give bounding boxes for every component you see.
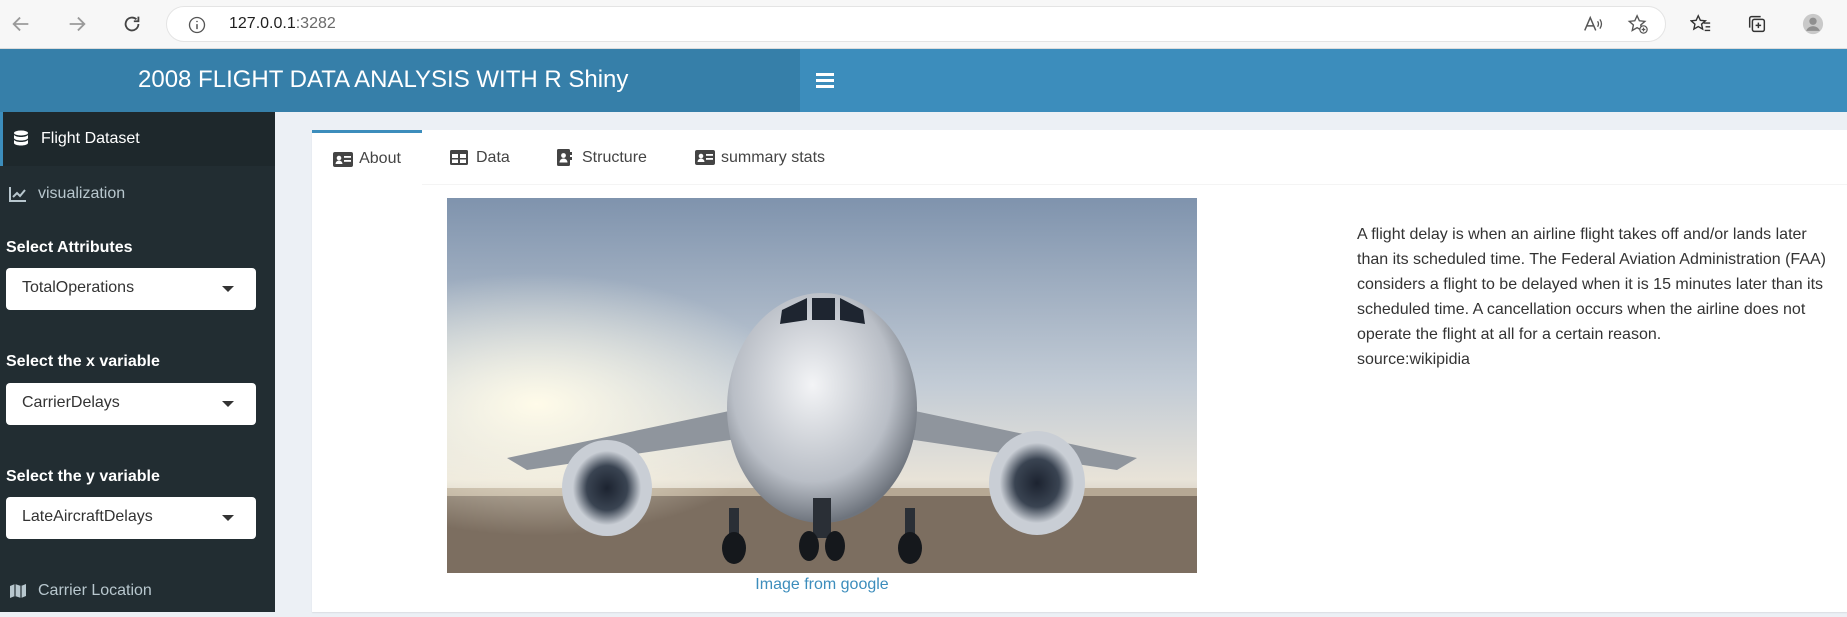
read-aloud-button[interactable] bbox=[1580, 11, 1606, 37]
page-title: 2008 FLIGHT DATA ANALYSIS WITH R Shiny bbox=[138, 66, 629, 93]
sidebar-item-label: Carrier Location bbox=[38, 582, 152, 599]
database-icon bbox=[11, 129, 31, 149]
select-value: CarrierDelays bbox=[22, 394, 120, 411]
contact-book-icon bbox=[556, 149, 576, 166]
address-bar[interactable]: 127.0.0.1:3282 bbox=[166, 6, 1666, 42]
tab-strip bbox=[312, 130, 1847, 185]
sidebar-toggle-button[interactable] bbox=[816, 68, 836, 92]
reload-icon bbox=[124, 16, 140, 32]
star-plus-icon bbox=[1627, 14, 1648, 34]
map-icon bbox=[8, 581, 28, 601]
back-button[interactable] bbox=[4, 8, 38, 40]
hamburger-icon bbox=[816, 73, 834, 88]
forward-arrow-icon bbox=[69, 16, 86, 32]
select-x-variable-label: Select the x variable bbox=[6, 353, 160, 370]
tab-data[interactable]: Data bbox=[450, 130, 510, 185]
url-text[interactable]: 127.0.0.1:3282 bbox=[229, 15, 336, 33]
collections-icon bbox=[1748, 15, 1766, 33]
caret-down-icon bbox=[222, 515, 234, 521]
favorites-icon bbox=[1690, 14, 1711, 32]
select-attributes-label: Select Attributes bbox=[6, 239, 133, 256]
select-y-variable-label: Select the y variable bbox=[6, 468, 160, 485]
tab-label: About bbox=[359, 150, 401, 167]
description-text: A flight delay is when an airline flight… bbox=[1357, 226, 1826, 343]
about-description: A flight delay is when an airline flight… bbox=[1357, 222, 1837, 372]
tab-label: summary stats bbox=[721, 148, 826, 166]
caret-down-icon bbox=[222, 401, 234, 407]
select-x-variable-dropdown[interactable]: CarrierDelays bbox=[6, 383, 256, 425]
id-card-icon bbox=[695, 150, 715, 166]
sidebar-item-visualization[interactable]: visualization bbox=[0, 167, 275, 221]
select-value: TotalOperations bbox=[22, 279, 135, 296]
select-value: LateAircraftDelays bbox=[22, 508, 153, 525]
profile-button[interactable] bbox=[1800, 11, 1826, 37]
sidebar-item-label: Flight Dataset bbox=[41, 130, 140, 147]
tab-label: Data bbox=[476, 148, 510, 166]
caret-down-icon bbox=[222, 286, 234, 292]
line-chart-icon bbox=[8, 184, 28, 204]
add-favorite-button[interactable] bbox=[1625, 11, 1651, 37]
back-arrow-icon bbox=[12, 16, 29, 32]
url-host: 127.0.0.1 bbox=[229, 15, 296, 32]
sidebar-item-carrier-location[interactable]: Carrier Location bbox=[0, 565, 275, 617]
tab-about[interactable]: About bbox=[312, 130, 422, 185]
sidebar-item-label: visualization bbox=[38, 185, 126, 202]
reload-button[interactable] bbox=[115, 8, 149, 40]
collections-button[interactable] bbox=[1744, 11, 1770, 37]
source-text: source:wikipidia bbox=[1357, 351, 1470, 368]
airplane-image bbox=[447, 198, 1197, 573]
select-y-variable-dropdown[interactable]: LateAircraftDelays bbox=[6, 497, 256, 539]
tab-summary-stats[interactable]: summary stats bbox=[695, 130, 825, 185]
sidebar-item-flight-dataset[interactable]: Flight Dataset bbox=[0, 112, 275, 166]
id-card-icon bbox=[333, 151, 354, 167]
header-navbar bbox=[800, 49, 1847, 112]
table-icon bbox=[450, 150, 470, 166]
url-port: :3282 bbox=[295, 15, 336, 32]
select-attributes-dropdown[interactable]: TotalOperations bbox=[6, 268, 256, 310]
image-caption-link[interactable]: Image from google bbox=[447, 576, 1197, 594]
avatar-icon bbox=[1802, 13, 1824, 35]
forward-button[interactable] bbox=[60, 8, 94, 40]
info-icon[interactable] bbox=[187, 15, 207, 35]
read-aloud-icon bbox=[1584, 15, 1603, 31]
tab-structure[interactable]: Structure bbox=[556, 130, 647, 185]
tab-label: Structure bbox=[582, 148, 647, 166]
favorites-button[interactable] bbox=[1688, 11, 1714, 37]
